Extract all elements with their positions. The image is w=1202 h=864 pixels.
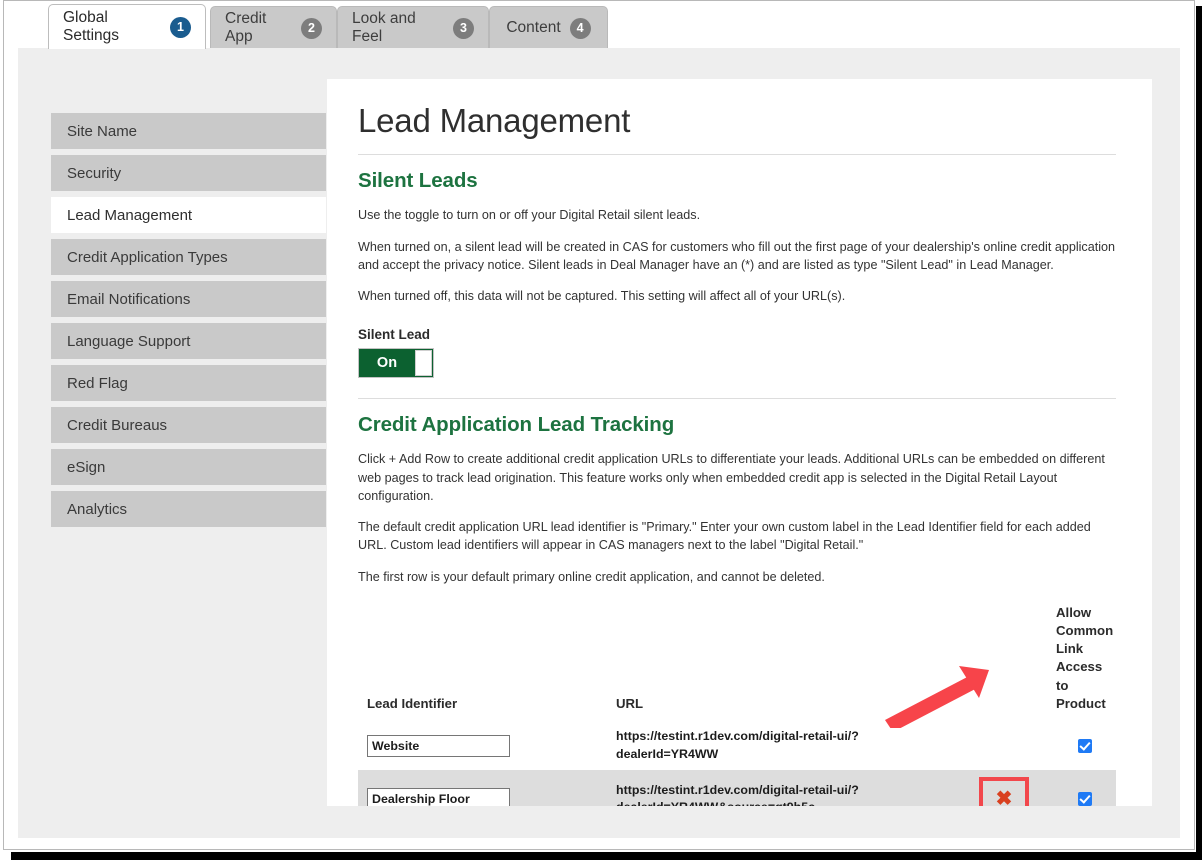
sidebar-item-label: Credit Bureaus (67, 416, 168, 434)
sidebar-item-label: Lead Management (67, 206, 193, 224)
window-shadow-bottom (11, 852, 1202, 860)
column-header-url: URL (616, 695, 644, 711)
lead-tracking-table: Lead Identifier URL Allow Common Link Ac… (358, 604, 1116, 806)
sidebar-item-esign[interactable]: eSign (51, 449, 326, 485)
lead-tracking-paragraph-2: The default credit application URL lead … (358, 520, 1091, 553)
sidebar-item-label: Email Notifications (67, 290, 191, 308)
tab-global-settings-label: Global Settings (63, 9, 120, 44)
table-row: https://testint.r1dev.com/digital-retail… (358, 770, 1116, 806)
tab-look-and-feel-badge: 3 (453, 17, 474, 39)
tab-look-and-feel[interactable]: Look and Feel 3 (337, 6, 489, 49)
toggle-knob-icon (415, 350, 432, 377)
sidebar-item-label: Language Support (67, 332, 191, 350)
page-body: Site Name Security Lead Management Credi… (18, 48, 1180, 838)
column-header-allow-common-link: Allow Common Link Access to Product (1056, 604, 1114, 711)
allow-common-link-checkbox[interactable] (1078, 738, 1092, 753)
x-mark-icon[interactable]: ✖ (996, 789, 1013, 806)
sidebar-item-label: Red Flag (67, 374, 128, 392)
tab-credit-app[interactable]: Credit App 2 (210, 6, 337, 49)
screenshot-root: Global Settings 1 Credit App 2 Look and … (0, 0, 1202, 864)
column-header-lead-identifier: Lead Identifier (367, 695, 458, 711)
silent-leads-paragraph-1: Use the toggle to turn on or off your Di… (358, 208, 701, 223)
sidebar-item-credit-application-types[interactable]: Credit Application Types (51, 239, 326, 275)
tab-content[interactable]: Content 4 (489, 6, 608, 49)
sidebar-item-lead-management[interactable]: Lead Management (51, 197, 326, 233)
lead-tracking-heading: Credit Application Lead Tracking (358, 413, 675, 437)
tab-credit-app-badge: 2 (301, 17, 322, 39)
sidebar-item-security[interactable]: Security (51, 155, 326, 191)
sidebar-item-label: Site Name (67, 122, 138, 140)
sidebar-item-label: eSign (67, 458, 106, 476)
row-url-text: https://testint.r1dev.com/digital-retail… (616, 729, 859, 761)
row-url-text: https://testint.r1dev.com/digital-retail… (616, 782, 859, 806)
table-header-row: Lead Identifier URL Allow Common Link Ac… (358, 604, 1116, 721)
silent-lead-toggle-label: Silent Lead (358, 327, 431, 343)
page-title: Lead Management (358, 102, 631, 139)
title-divider (358, 154, 1116, 156)
lead-tracking-paragraph-1: Click + Add Row to create additional cre… (358, 452, 1105, 503)
tab-look-and-feel-label: Look and Feel (352, 10, 416, 45)
sidebar-item-analytics[interactable]: Analytics (51, 491, 326, 527)
lead-identifier-input[interactable] (367, 788, 510, 806)
silent-leads-paragraph-2: When turned on, a silent lead will be cr… (358, 239, 1116, 272)
sidebar-item-language-support[interactable]: Language Support (51, 323, 326, 359)
tab-content-badge: 4 (569, 17, 591, 39)
sidebar-item-email-notifications[interactable]: Email Notifications (51, 281, 326, 317)
table-row: https://testint.r1dev.com/digital-retail… (358, 721, 1116, 770)
delete-row-highlight-box: ✖ (979, 777, 1029, 806)
silent-leads-heading: Silent Leads (358, 169, 478, 193)
allow-common-link-checkbox[interactable] (1078, 792, 1092, 806)
sidebar-item-site-name[interactable]: Site Name (51, 113, 326, 149)
tab-credit-app-label: Credit App (225, 10, 267, 45)
sidebar-item-label: Security (67, 164, 122, 182)
sidebar-item-label: Credit Application Types (67, 248, 228, 266)
sidebar-item-label: Analytics (67, 500, 128, 518)
tab-bar: Global Settings 1 Credit App 2 Look and … (4, 1, 1194, 49)
app-window: Global Settings 1 Credit App 2 Look and … (3, 0, 1195, 850)
settings-content-card: Lead Management Silent Leads Use the tog… (327, 79, 1152, 806)
sidebar-item-red-flag[interactable]: Red Flag (51, 365, 326, 401)
silent-lead-toggle-state: On (376, 355, 398, 372)
silent-leads-paragraph-3: When turned off, this data will not be c… (358, 289, 846, 303)
tab-content-label: Content (506, 19, 561, 36)
section-divider (358, 398, 1116, 400)
tab-global-settings[interactable]: Global Settings 1 (48, 4, 206, 49)
lead-identifier-input[interactable] (367, 734, 510, 757)
window-shadow-right (1196, 6, 1202, 858)
lead-tracking-paragraph-3: The first row is your default primary on… (358, 569, 825, 584)
tab-global-settings-badge: 1 (170, 16, 191, 38)
sidebar-item-credit-bureaus[interactable]: Credit Bureaus (51, 407, 326, 443)
silent-lead-toggle[interactable]: On (358, 348, 434, 379)
settings-sidebar: Site Name Security Lead Management Credi… (51, 113, 326, 533)
